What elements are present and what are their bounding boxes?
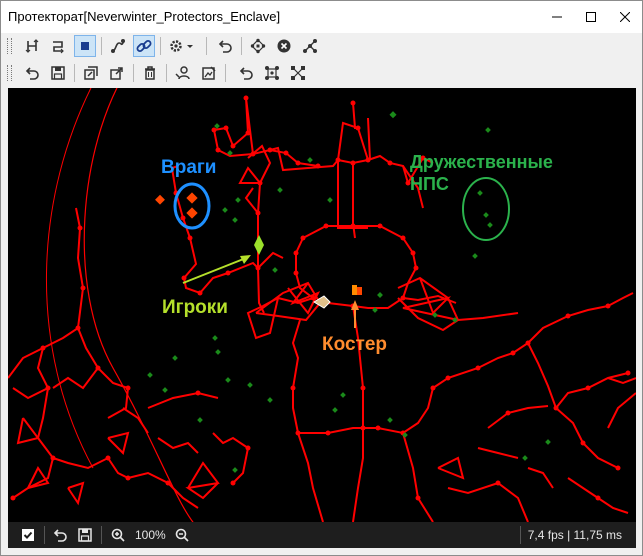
toolbar-grip[interactable] bbox=[7, 38, 12, 54]
save-icon bbox=[51, 66, 65, 80]
undo-icon bbox=[25, 67, 39, 80]
undo-icon bbox=[239, 67, 253, 80]
close-icon bbox=[620, 12, 630, 22]
maximize-button[interactable] bbox=[574, 1, 608, 33]
node-select-icon bbox=[265, 66, 279, 80]
enemy-marker[interactable] bbox=[186, 192, 198, 204]
statusbar-separator bbox=[101, 526, 102, 544]
toolbar-separator bbox=[241, 37, 242, 55]
node-group-icon bbox=[291, 66, 305, 80]
gear-dropdown-icon bbox=[170, 40, 193, 52]
save-button[interactable] bbox=[75, 525, 95, 545]
undo-button[interactable] bbox=[214, 35, 236, 57]
node-select-button[interactable] bbox=[261, 62, 283, 84]
label-friendly-npc: Дружественные НПС bbox=[410, 152, 553, 194]
toolbar-separator bbox=[74, 64, 75, 82]
zoom-out-icon bbox=[175, 528, 189, 542]
checkbox-icon bbox=[22, 529, 34, 541]
window-controls bbox=[540, 1, 642, 33]
undo-icon bbox=[218, 40, 232, 53]
settings-dropdown[interactable] bbox=[166, 35, 196, 57]
label-campfire: Костер bbox=[322, 334, 387, 355]
enemy-marker[interactable] bbox=[186, 207, 198, 219]
close-button[interactable] bbox=[608, 1, 642, 33]
image-edit-button[interactable] bbox=[198, 62, 220, 84]
toolbar-separator bbox=[225, 64, 226, 82]
zoom-out-button[interactable] bbox=[172, 525, 192, 545]
player-marker[interactable] bbox=[254, 235, 264, 255]
image-edit-icon bbox=[202, 66, 216, 80]
campfire-marker[interactable] bbox=[357, 287, 362, 295]
statusbar-separator bbox=[44, 526, 45, 544]
toolbar-secondary bbox=[1, 60, 642, 86]
title-bar: Протекторат[Neverwinter_Protectors_Encla… bbox=[1, 1, 642, 33]
toolbar-separator bbox=[160, 37, 161, 55]
undo-button[interactable] bbox=[235, 62, 257, 84]
connect-nodes-icon bbox=[303, 39, 317, 53]
target-nodes-button[interactable] bbox=[247, 35, 269, 57]
connect-nodes-button[interactable] bbox=[299, 35, 321, 57]
copy-edit-button[interactable] bbox=[80, 62, 102, 84]
path-route-icon bbox=[53, 41, 64, 54]
performance-stats: 7,4 fps | 11,75 ms bbox=[527, 528, 622, 542]
remove-circle-icon bbox=[277, 39, 291, 53]
stop-icon bbox=[81, 42, 89, 50]
waypoint-link-icon bbox=[111, 39, 125, 53]
toolbar-separator bbox=[101, 37, 102, 55]
export-icon bbox=[110, 67, 123, 80]
label-players: Игроки bbox=[162, 297, 228, 318]
stop-button[interactable] bbox=[74, 35, 96, 57]
maximize-icon bbox=[586, 12, 596, 22]
delete-button[interactable] bbox=[139, 62, 161, 84]
waypoint-link-button[interactable] bbox=[107, 35, 129, 57]
main-window: Протекторат[Neverwinter_Protectors_Encla… bbox=[0, 0, 643, 556]
save-button[interactable] bbox=[47, 62, 69, 84]
minimize-button[interactable] bbox=[540, 1, 574, 33]
zoom-in-button[interactable] bbox=[108, 525, 128, 545]
path-nodes-icon bbox=[25, 39, 39, 53]
toolbar-separator bbox=[206, 37, 207, 55]
enemy-marker[interactable] bbox=[155, 194, 165, 205]
node-group-button[interactable] bbox=[287, 62, 309, 84]
toolbar-separator bbox=[133, 64, 134, 82]
link-chain-icon bbox=[136, 40, 152, 52]
statusbar-separator bbox=[520, 526, 521, 544]
export-button[interactable] bbox=[106, 62, 128, 84]
undo-button[interactable] bbox=[21, 62, 43, 84]
toolbar-grip[interactable] bbox=[7, 65, 12, 81]
remove-node-button[interactable] bbox=[273, 35, 295, 57]
zoom-level: 100% bbox=[135, 528, 166, 542]
profile-user-icon bbox=[175, 66, 190, 80]
delete-icon bbox=[145, 66, 155, 80]
status-bar: 100% 7,4 fps | 11,75 ms bbox=[8, 522, 636, 548]
radius-arc-outer bbox=[45, 88, 94, 469]
campfire-marker[interactable] bbox=[352, 285, 357, 295]
label-enemies: Враги bbox=[161, 157, 217, 178]
window-title: Протекторат[Neverwinter_Protectors_Encla… bbox=[8, 9, 281, 24]
minimize-icon bbox=[552, 16, 562, 18]
zoom-in-icon bbox=[111, 528, 125, 542]
path-route-button[interactable] bbox=[47, 35, 69, 57]
toolbar-separator bbox=[166, 64, 167, 82]
path-nodes-button[interactable] bbox=[21, 35, 43, 57]
copy-edit-icon bbox=[84, 66, 98, 80]
save-icon bbox=[78, 528, 92, 542]
target-nodes-icon bbox=[250, 38, 266, 54]
undo-button[interactable] bbox=[50, 525, 70, 545]
profile-button[interactable] bbox=[172, 62, 194, 84]
toggle-checkbox[interactable] bbox=[18, 525, 38, 545]
map-canvas[interactable]: Враги Дружественные НПС Игроки Костер bbox=[8, 88, 636, 522]
undo-icon bbox=[53, 529, 67, 542]
toolbar-primary bbox=[1, 33, 642, 59]
link-chain-button[interactable] bbox=[133, 35, 155, 57]
